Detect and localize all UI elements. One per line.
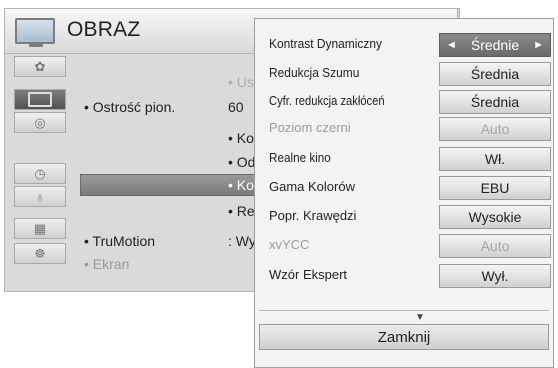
arrow-left-icon[interactable]: ◄	[446, 39, 457, 51]
partial-value-5: • Re	[228, 203, 255, 219]
setting-value[interactable]: Auto	[439, 117, 551, 141]
network-category-icon[interactable]: ☸	[14, 243, 66, 264]
clock-category-icon[interactable]: ◷	[14, 163, 66, 184]
setting-label: Redukcja Szumu	[269, 65, 360, 80]
setting-value-selector[interactable]: ◄ Średnie ►	[439, 33, 551, 57]
setting-value[interactable]: Auto	[439, 234, 551, 258]
setting-row-xvycc[interactable]: xvYCC Auto	[263, 234, 551, 258]
setting-value: Średnie	[470, 37, 520, 53]
partial-value-4: • Kol	[228, 177, 258, 193]
partial-value-3: • Od	[228, 154, 256, 170]
setting-value[interactable]: EBU	[439, 176, 551, 200]
setting-value[interactable]: Wył.	[439, 264, 551, 288]
setting-label: Poziom czerni	[269, 120, 351, 135]
setting-row-realne-kino[interactable]: Realne kino Wł.	[263, 147, 551, 171]
setting-label: Realne kino	[269, 150, 331, 165]
setting-value[interactable]: Średnia	[439, 90, 551, 114]
option-ostrosc-pion[interactable]: • Ostrość pion.	[84, 99, 175, 115]
option-trumotion[interactable]: • TruMotion	[84, 233, 155, 249]
setting-row-wzor-ekspert[interactable]: Wzór Ekspert Wył.	[263, 264, 551, 288]
setting-label: Popr. Krawędzi	[269, 208, 357, 223]
option-ekran[interactable]: • Ekran	[84, 256, 129, 272]
close-button[interactable]: Zamknij	[259, 324, 549, 350]
partial-value-1: • Us	[228, 74, 254, 90]
picture-category-icon[interactable]: ✿	[14, 56, 66, 77]
setting-label: Wzór Ekspert	[269, 267, 348, 282]
options-category-icon[interactable]: ▦	[14, 218, 66, 239]
setting-label: xvYCC	[269, 237, 310, 252]
setting-row-cyfr-redukcja[interactable]: Cyfr. redukcja zakłóceń Średnia	[263, 90, 551, 114]
tv-icon	[15, 18, 55, 47]
setting-label: Cyfr. redukcja zakłóceń	[269, 93, 385, 108]
popup-divider	[259, 310, 549, 311]
setting-row-redukcja-szumu[interactable]: Redukcja Szumu Średnia	[263, 62, 551, 86]
audio-category-icon[interactable]: ◎	[14, 112, 66, 133]
option-trumotion-value: : Wy	[228, 233, 256, 249]
lock-category-icon[interactable]: ♁	[14, 186, 66, 207]
arrow-right-icon[interactable]: ►	[533, 39, 544, 51]
setting-row-poziom-czerni[interactable]: Poziom czerni Auto	[263, 117, 551, 141]
setting-label: Gama Kolorów	[269, 179, 355, 194]
advanced-picture-popup: Kontrast Dynamiczny ◄ Średnie ► Redukcja…	[254, 18, 554, 368]
scroll-down-icon[interactable]: ▼	[415, 312, 425, 323]
setting-row-gama-kolorow[interactable]: Gama Kolorów EBU	[263, 176, 551, 200]
option-ostrosc-pion-value: 60	[228, 99, 244, 115]
menu-title: OBRAZ	[67, 18, 141, 41]
setting-value[interactable]: Wysokie	[439, 205, 551, 229]
setting-row-kontrast-dynamiczny[interactable]: Kontrast Dynamiczny ◄ Średnie ►	[263, 33, 551, 57]
partial-value-2: • Ko	[228, 130, 254, 146]
setting-value[interactable]: Średnia	[439, 62, 551, 86]
category-icon-column: ✿ ◎ ◷ ♁ ▦ ☸	[14, 56, 66, 290]
setting-label: Kontrast Dynamiczny	[269, 36, 383, 51]
setting-value[interactable]: Wł.	[439, 147, 551, 171]
tv-category-icon[interactable]	[14, 89, 66, 110]
setting-row-popr-krawedzi[interactable]: Popr. Krawędzi Wysokie	[263, 205, 551, 229]
